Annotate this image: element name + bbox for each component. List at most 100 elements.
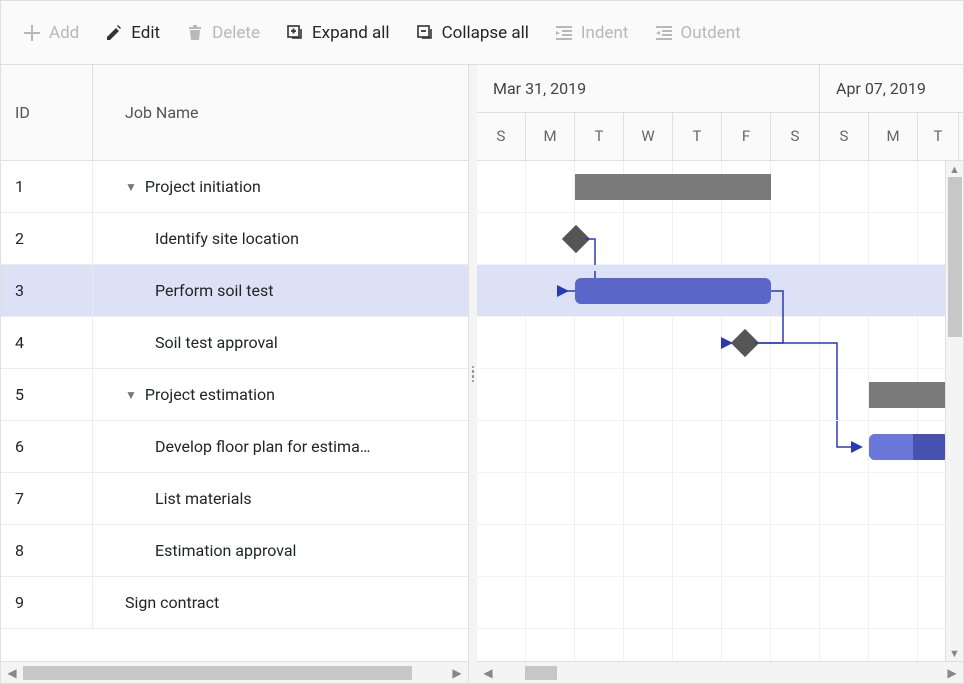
caret-down-icon[interactable]: ▼ [125, 388, 137, 402]
scroll-right-icon[interactable]: ▶ [941, 662, 963, 684]
day-header: T [673, 113, 722, 161]
task-name-text: Develop floor plan for estima… [155, 437, 370, 456]
task-name-text: Estimation approval [155, 541, 296, 560]
expand-all-button[interactable]: Expand all [276, 15, 400, 51]
task-name-text: Soil test approval [155, 333, 278, 352]
row-id: 1 [1, 161, 93, 212]
timeline-pane: Mar 31, 2019 Apr 07, 2019 SMTWTFSSMT [477, 65, 963, 683]
row-id: 9 [1, 577, 93, 628]
day-header: S [820, 113, 869, 161]
day-header: M [526, 113, 575, 161]
outdent-label: Outdent [681, 23, 741, 43]
row-name[interactable]: Develop floor plan for estima… [93, 437, 468, 456]
task-name-text: List materials [155, 489, 252, 508]
timeline-row[interactable] [477, 161, 963, 213]
row-id: 4 [1, 317, 93, 368]
scroll-up-icon[interactable]: ▲ [946, 161, 963, 177]
row-id: 7 [1, 473, 93, 524]
timeline-row[interactable] [477, 369, 963, 421]
splitter-handle[interactable] [469, 65, 477, 683]
edit-icon [105, 24, 123, 42]
timeline-body[interactable] [477, 161, 963, 661]
table-row[interactable]: 8Estimation approval [1, 525, 468, 577]
task-bar[interactable] [575, 278, 771, 304]
caret-down-icon[interactable]: ▼ [125, 180, 137, 194]
collapse-icon [416, 24, 434, 42]
v-scrollbar[interactable]: ▲ ▼ [945, 161, 963, 661]
row-name[interactable]: ▼ Project estimation [93, 385, 468, 404]
timeline-row[interactable] [477, 525, 963, 577]
expand-all-label: Expand all [312, 23, 390, 43]
row-name[interactable]: Identify site location [93, 229, 468, 248]
day-header: M [869, 113, 918, 161]
row-id: 2 [1, 213, 93, 264]
row-id: 6 [1, 421, 93, 472]
scroll-right-icon[interactable]: ▶ [446, 662, 468, 684]
left-h-scrollbar[interactable]: ◀ ▶ [1, 661, 468, 683]
table-row[interactable]: 4 Soil test approval [1, 317, 468, 369]
task-name-text: Project estimation [145, 385, 275, 404]
collapse-all-label: Collapse all [442, 23, 529, 43]
table-row[interactable]: 5 ▼ Project estimation [1, 369, 468, 421]
indent-icon [555, 24, 573, 42]
day-header: W [624, 113, 673, 161]
day-header: T [575, 113, 624, 161]
edit-label: Edit [131, 23, 160, 43]
task-progress [869, 434, 913, 460]
row-name[interactable]: Soil test approval [93, 333, 468, 352]
dependency-line [477, 213, 617, 273]
row-id: 5 [1, 369, 93, 420]
milestone-marker[interactable] [562, 225, 590, 253]
table-row[interactable]: 3Perform soil test [1, 265, 468, 317]
timeline-row[interactable] [477, 473, 963, 525]
timeline-row[interactable] [477, 577, 963, 629]
date-header-0: Mar 31, 2019 [477, 65, 820, 112]
expand-icon [286, 24, 304, 42]
add-label: Add [49, 23, 79, 43]
task-bar-summary[interactable] [869, 382, 949, 408]
grid-body: 1 ▼ Project initiation 2 Identify site locat… [1, 161, 468, 661]
indent-label: Indent [581, 23, 629, 43]
timeline-row[interactable] [477, 317, 963, 369]
row-name[interactable]: Estimation approval [93, 541, 468, 560]
task-bar-summary[interactable] [575, 174, 771, 200]
dependency-line [477, 317, 817, 377]
drag-dots-icon [472, 366, 475, 383]
row-name[interactable]: Perform soil test [93, 281, 468, 300]
column-header-name[interactable]: Job Name [93, 65, 468, 160]
indent-button[interactable]: Indent [545, 15, 639, 51]
timeline-row[interactable] [477, 213, 963, 265]
task-name-text: Perform soil test [155, 281, 273, 300]
day-header: S [771, 113, 820, 161]
right-h-scrollbar[interactable]: ◀ ▶ [477, 661, 963, 683]
scroll-left-icon[interactable]: ◀ [1, 662, 23, 684]
outdent-icon [655, 24, 673, 42]
table-row[interactable]: 2 Identify site location [1, 213, 468, 265]
edit-button[interactable]: Edit [95, 15, 170, 51]
scroll-left-icon[interactable]: ◀ [477, 662, 499, 684]
date-header-1: Apr 07, 2019 [820, 65, 963, 112]
table-row[interactable]: 9 Sign contract [1, 577, 468, 629]
collapse-all-button[interactable]: Collapse all [406, 15, 539, 51]
milestone-marker[interactable] [731, 329, 759, 357]
plus-icon [23, 24, 41, 42]
timeline-row[interactable] [477, 421, 963, 473]
table-row[interactable]: 6 Develop floor plan for estima… [1, 421, 468, 473]
row-name[interactable]: List materials [93, 489, 468, 508]
row-name[interactable]: ▼ Project initiation [93, 177, 468, 196]
timeline-row[interactable] [477, 265, 963, 317]
task-name-text: Identify site location [155, 229, 299, 248]
outdent-button[interactable]: Outdent [645, 15, 751, 51]
task-name-text: Sign contract [125, 593, 219, 612]
task-name-text: Project initiation [145, 177, 261, 196]
toolbar: Add Edit Delete Expand all Collapse all … [1, 1, 963, 65]
delete-button[interactable]: Delete [176, 15, 270, 51]
grid-header: ID Job Name [1, 65, 468, 161]
scroll-down-icon[interactable]: ▼ [946, 645, 963, 661]
add-button[interactable]: Add [13, 15, 89, 51]
day-header: S [477, 113, 526, 161]
column-header-id[interactable]: ID [1, 65, 93, 160]
row-name[interactable]: Sign contract [93, 593, 468, 612]
table-row[interactable]: 1 ▼ Project initiation [1, 161, 468, 213]
table-row[interactable]: 7 List materials [1, 473, 468, 525]
